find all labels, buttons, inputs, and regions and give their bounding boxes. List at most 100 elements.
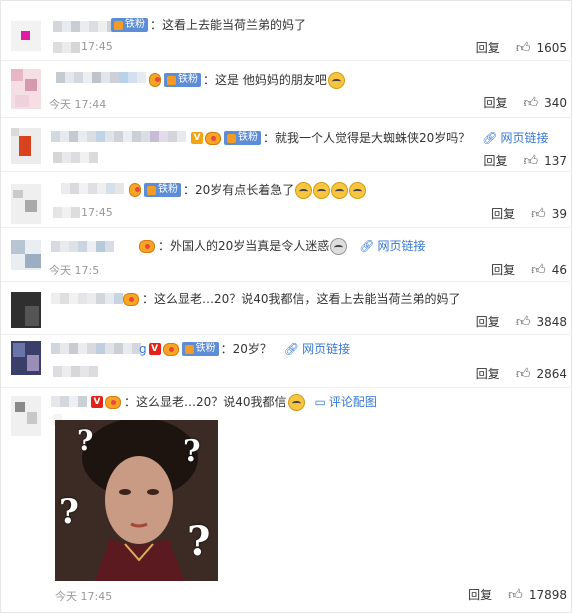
reply-button[interactable]: 回复 (476, 313, 500, 330)
avatar[interactable] (11, 292, 41, 328)
question-mark-icon: ? (183, 434, 201, 469)
timestamp: 今天 17:5 (49, 264, 100, 277)
comment-actions: 回复 👍︎ 46 (491, 261, 567, 278)
comment-actions: 回复 👍︎ 3848 (476, 313, 567, 330)
username-blur[interactable] (61, 183, 124, 194)
username-blur[interactable] (51, 293, 123, 304)
thumb-up-icon[interactable]: 👍︎ (508, 586, 523, 603)
vip-badge-icon: V (191, 132, 203, 144)
question-mark-icon: ? (77, 424, 94, 457)
confused-emoji-icon (330, 237, 348, 255)
like-count: 46 (551, 262, 567, 277)
fan-badge: 铁粉 (181, 342, 219, 356)
link-icon: 🔗︎ (482, 131, 498, 145)
thumb-up-icon[interactable]: 👍︎ (516, 313, 531, 330)
like-count: 17898 (528, 587, 567, 602)
medal-icon (123, 292, 139, 306)
avatar[interactable] (11, 341, 41, 375)
like-count: 340 (544, 95, 567, 110)
fan-badge: 铁粉 (144, 183, 181, 197)
smirk-emoji-icon (287, 393, 305, 411)
comment-item: 铁粉 ：20岁有点长着急了 17:45 回复 👍︎ 39 (1, 172, 572, 228)
like-count: 2864 (536, 366, 567, 381)
medal-icon (105, 395, 121, 409)
reply-button[interactable]: 回复 (491, 261, 515, 278)
thinking-emoji-icon (327, 71, 345, 89)
avatar[interactable] (11, 396, 41, 436)
comment-image-link[interactable]: ▭ 评论配图 (315, 394, 377, 410)
avatar[interactable] (11, 128, 41, 164)
medal-icon (149, 73, 161, 87)
fan-badge: 铁粉 (164, 73, 201, 87)
medal-icon (139, 239, 155, 253)
username-blur[interactable] (53, 21, 116, 32)
username-blur[interactable] (51, 343, 141, 354)
cry-emoji-icon (313, 181, 331, 199)
avatar[interactable] (11, 184, 41, 224)
comment-actions: 回复 👍︎ 1605 (476, 39, 567, 56)
timestamp: 今天 17:45 (55, 590, 113, 603)
time-blur (53, 366, 98, 377)
badge-icon (184, 344, 194, 354)
comment-image[interactable]: ? ? ? ? (55, 420, 218, 581)
thumb-up-icon[interactable]: 👍︎ (516, 365, 531, 382)
reply-button[interactable]: 回复 (483, 94, 507, 111)
avatar[interactable] (11, 21, 41, 51)
thumb-up-icon[interactable]: 👍︎ (531, 205, 546, 222)
badge-icon (227, 133, 236, 143)
thumb-up-icon[interactable]: 👍︎ (516, 39, 531, 56)
comment-item: 铁粉 ：这看上去能当荷兰弟的妈了 17:45 回复 👍︎ 1605 (1, 1, 572, 61)
username-blur[interactable] (51, 241, 114, 252)
fan-badge: 铁粉 (224, 131, 261, 145)
comment-item: V ：这么显老…20？说40我都信 ▭ 评论配图 ? ? ? ? 今天 17:4… (1, 388, 572, 613)
fan-badge: 铁粉 (111, 18, 148, 32)
comment-text: ：这是 他妈妈的朋友吧 (203, 73, 327, 87)
time-blur (53, 42, 80, 53)
web-link[interactable]: 🔗︎ 网页链接 (284, 341, 350, 357)
comment-item: ：外国人的20岁当真是令人迷惑 🔗︎ 网页链接 今天 17:5 回复 👍︎ 46 (1, 228, 572, 282)
username-tail[interactable]: g (139, 341, 147, 357)
thumb-up-icon[interactable]: 👍︎ (523, 94, 538, 111)
comment-text: ：这看上去能当荷兰弟的妈了 (150, 18, 307, 32)
thumb-up-icon[interactable]: 👍︎ (523, 152, 538, 169)
username-blur[interactable] (51, 396, 87, 407)
thumb-up-icon[interactable]: 👍︎ (531, 261, 546, 278)
medal-icon (205, 131, 221, 145)
time-blur (53, 207, 80, 218)
reply-button[interactable]: 回复 (476, 39, 500, 56)
reply-button[interactable]: 回复 (476, 365, 500, 382)
image-icon: ▭ (314, 395, 326, 409)
medal-icon (162, 342, 179, 356)
like-count: 137 (544, 153, 567, 168)
reply-button[interactable]: 回复 (468, 586, 492, 603)
like-count: 1605 (536, 40, 567, 55)
comment-item: ：这么显老…20？说40我都信，这看上去能当荷兰弟的妈了 回复 👍︎ 3848 (1, 282, 572, 335)
time-blur (53, 152, 98, 163)
timestamp: 17:45 (81, 40, 113, 53)
web-link[interactable]: 🔗︎ 网页链接 (359, 238, 425, 254)
comment-text: ：这么显老…20？说40我都信 (124, 395, 287, 409)
cry-emoji-icon (331, 181, 349, 199)
comment-item: V 铁粉 ：就我一个人觉得是大蜘蛛侠20岁吗？ 🔗︎ 网页链接 回复 👍︎ 137 (1, 118, 572, 172)
timestamp: 17:45 (81, 206, 113, 219)
comment-text: ：20岁？ (220, 342, 272, 356)
comment-text: ：外国人的20岁当真是令人迷惑 (158, 239, 330, 253)
comment-text: ：这么显老…20？说40我都信，这看上去能当荷兰弟的妈了 (142, 292, 461, 306)
badge-icon (147, 185, 156, 195)
username-blur[interactable] (56, 72, 146, 83)
web-link[interactable]: 🔗︎ 网页链接 (482, 130, 548, 146)
timestamp: 今天 17:44 (49, 98, 107, 111)
reply-button[interactable]: 回复 (491, 205, 515, 222)
comment-item: g V 铁粉 ：20岁？ 🔗︎ 网页链接 回复 👍︎ 2864 (1, 335, 572, 388)
comment-actions: 回复 👍︎ 2864 (476, 365, 567, 382)
medal-icon (129, 183, 141, 197)
cry-emoji-icon (295, 181, 313, 199)
badge-icon (114, 20, 123, 30)
link-icon: 🔗︎ (283, 342, 300, 356)
comment-text: ：就我一个人觉得是大蜘蛛侠20岁吗？ (263, 131, 471, 145)
like-count: 3848 (536, 314, 567, 329)
avatar[interactable] (11, 240, 41, 270)
reply-button[interactable]: 回复 (483, 152, 507, 169)
username-blur[interactable] (51, 131, 186, 142)
avatar[interactable] (11, 69, 41, 109)
